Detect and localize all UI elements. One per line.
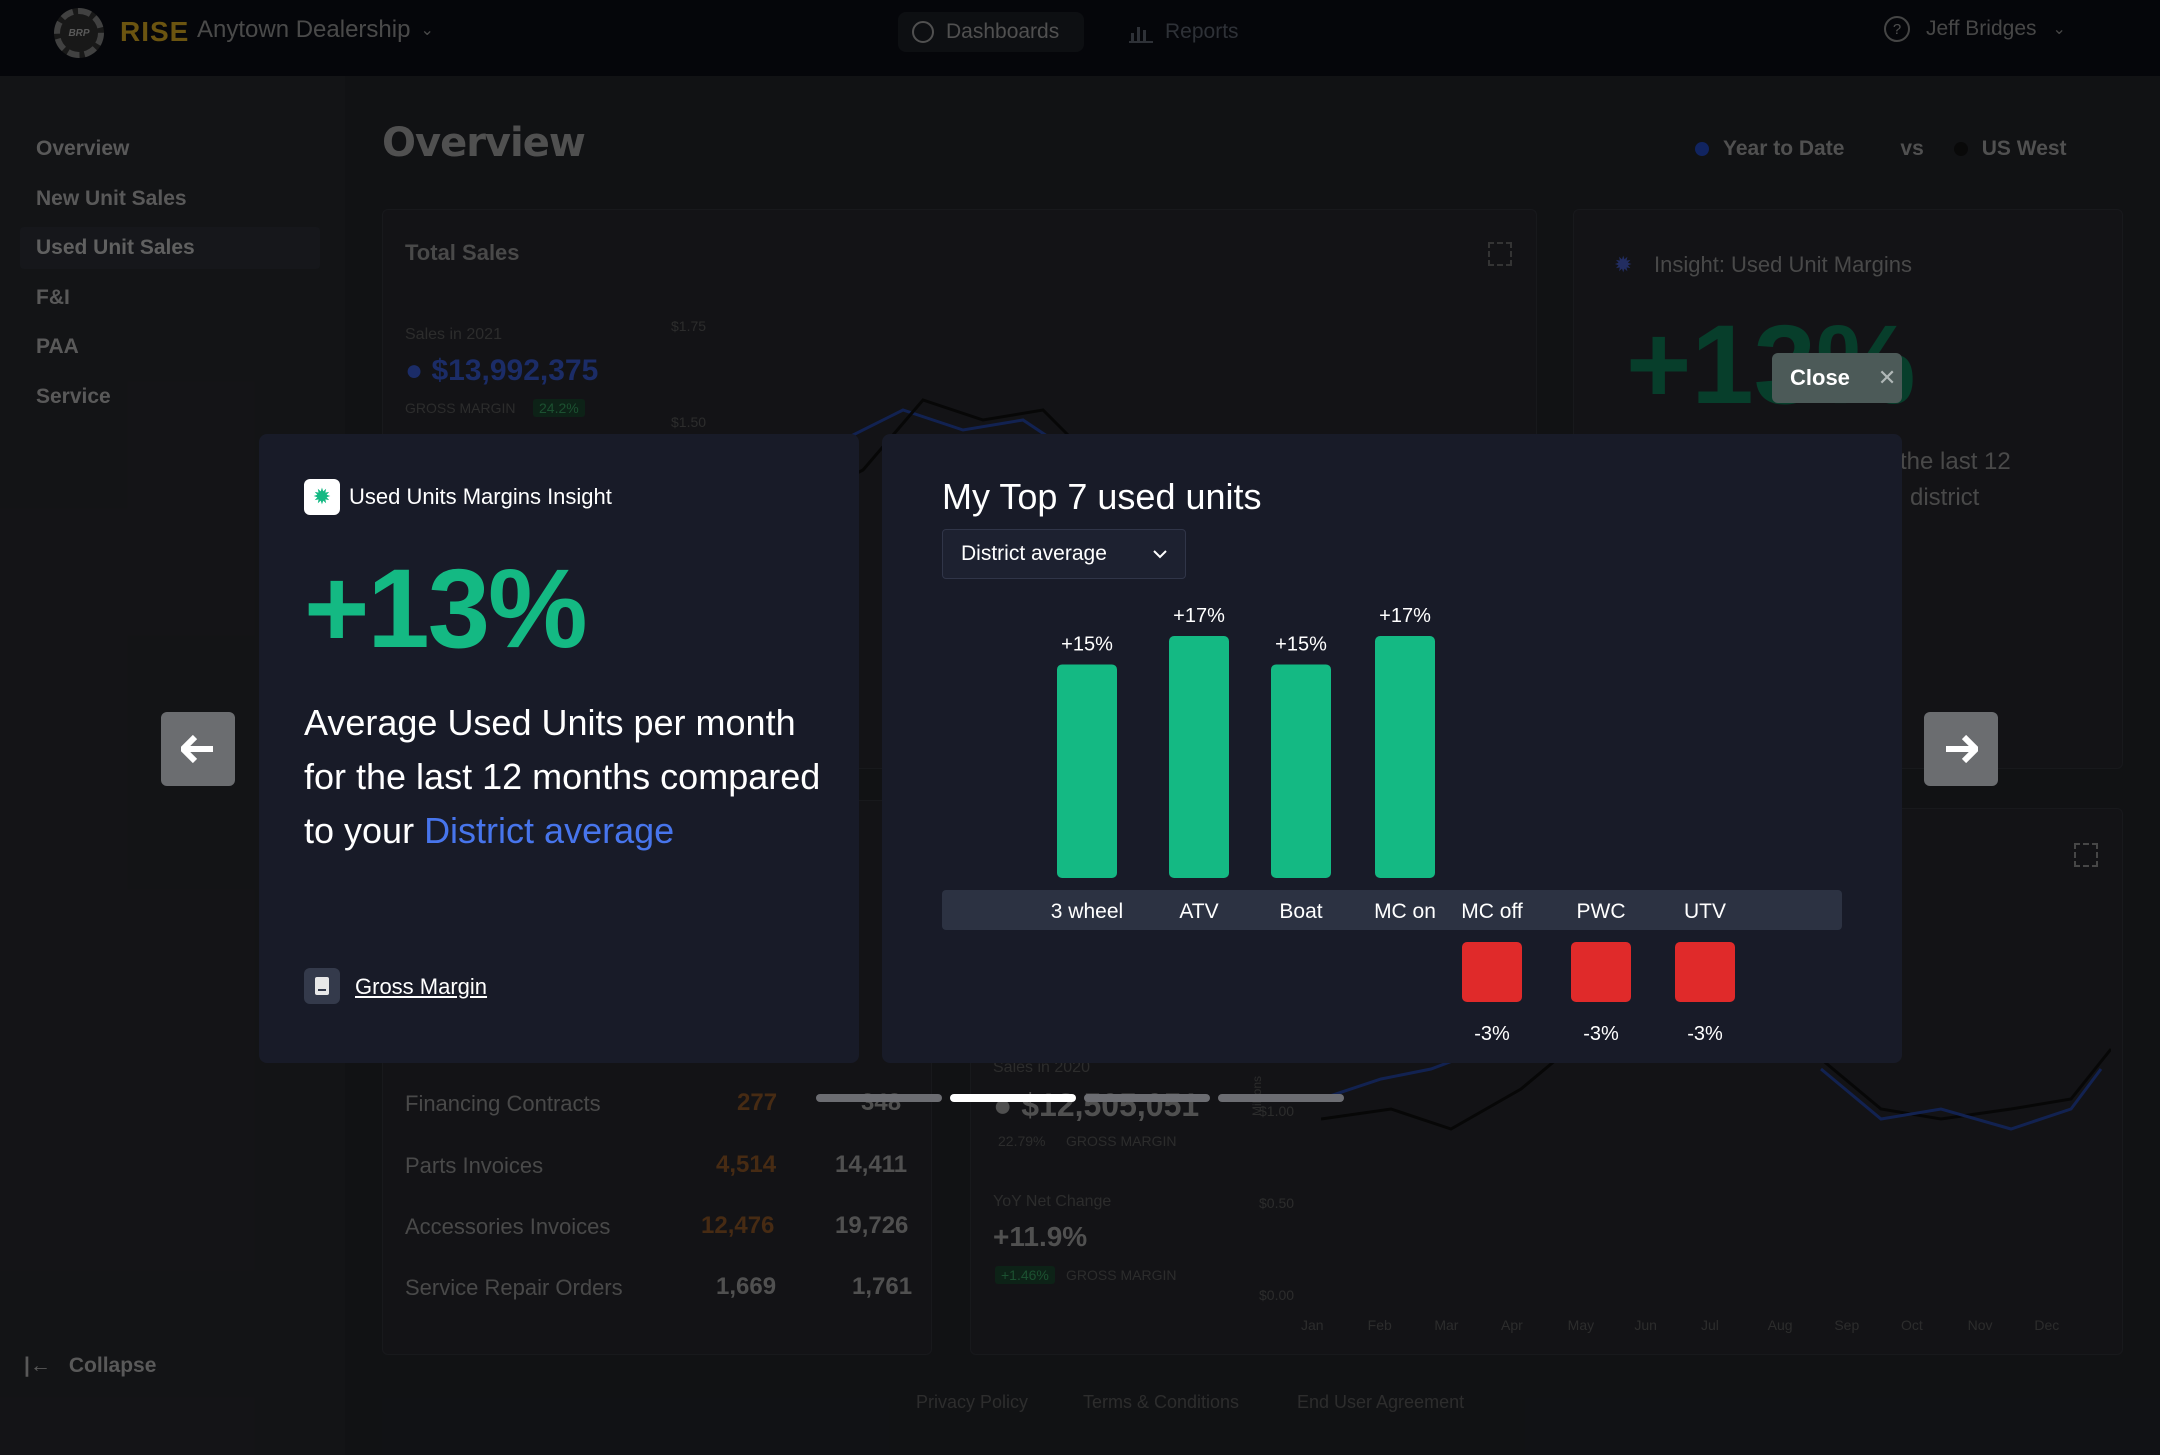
arrow-left-icon (181, 735, 213, 763)
bar-value-label: +17% (1173, 605, 1225, 627)
top-units-bar-chart: +15% 3 wheel +17% ATV +15% Boat +17% MC on -3% MC… (942, 605, 1842, 1045)
category-tick-label: 3 wheel (1051, 900, 1123, 923)
bar-boat[interactable] (1271, 664, 1331, 878)
close-icon: ✕ (1877, 365, 1897, 390)
insight-big-value: +13% (304, 546, 588, 671)
carousel-dot[interactable] (950, 1094, 1076, 1102)
document-icon (304, 968, 340, 1004)
bar-value-label: -3% (1687, 1023, 1723, 1045)
close-label: Close (1790, 365, 1850, 390)
top-units-chart-panel: My Top 7 used units District average +15… (882, 434, 1902, 1063)
insight-label: Used Units Margins Insight (349, 484, 612, 509)
bar-value-label: -3% (1583, 1023, 1619, 1045)
close-button[interactable]: Close ✕ (1772, 353, 1902, 403)
bar-3-wheel[interactable] (1057, 664, 1117, 878)
insight-description: Average Used Units per month for the las… (304, 696, 844, 858)
bar-pwc[interactable] (1571, 942, 1631, 1002)
bar-mc-on[interactable] (1375, 636, 1435, 878)
bar-value-label: +15% (1275, 633, 1327, 655)
category-tick-label: UTV (1684, 900, 1726, 923)
category-tick-label: PWC (1577, 900, 1626, 923)
bar-mc-off[interactable] (1462, 942, 1522, 1002)
arrow-right-icon (1946, 735, 1978, 763)
carousel-pagination (816, 1094, 1346, 1102)
category-tick-label: MC on (1374, 900, 1436, 923)
next-slide-button[interactable] (1924, 712, 1998, 786)
category-tick-label: Boat (1279, 900, 1322, 923)
gross-margin-link[interactable]: Gross Margin (355, 974, 487, 1000)
category-tick-label: ATV (1179, 900, 1218, 923)
carousel-dot[interactable] (1084, 1094, 1210, 1102)
carousel-dot[interactable] (1218, 1094, 1344, 1102)
carousel-dot[interactable] (816, 1094, 942, 1102)
previous-slide-button[interactable] (161, 712, 235, 786)
lightbulb-icon: ✹ (304, 479, 340, 515)
bar-value-label: -3% (1474, 1023, 1510, 1045)
bar-utv[interactable] (1675, 942, 1735, 1002)
bar-value-label: +17% (1379, 605, 1431, 627)
bar-atv[interactable] (1169, 636, 1229, 878)
insight-panel: ✹ Used Units Margins Insight +13% Averag… (259, 434, 859, 1063)
district-average-highlight: District average (424, 810, 675, 851)
category-tick-label: MC off (1461, 900, 1523, 923)
bar-value-label: +15% (1061, 633, 1113, 655)
